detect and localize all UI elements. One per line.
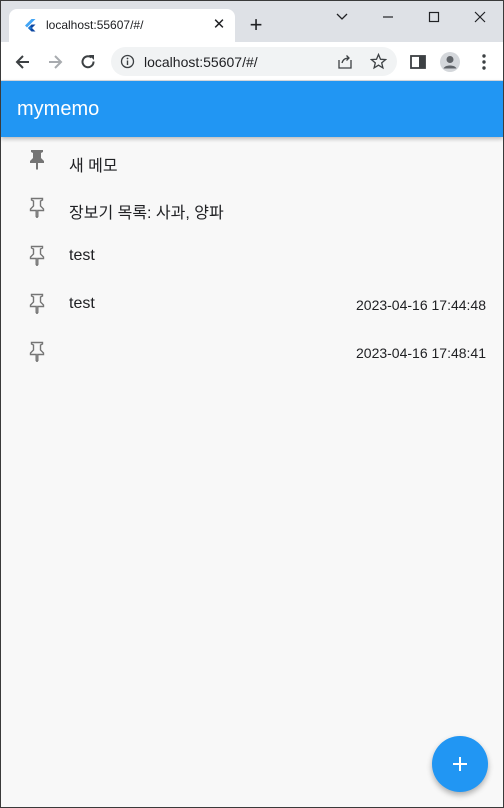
memo-list-item[interactable]: 장보기 목록: 사과, 양파 bbox=[1, 184, 503, 232]
pin-outline-icon[interactable] bbox=[27, 196, 47, 218]
memo-list-item[interactable]: test bbox=[1, 232, 503, 280]
browser-tab[interactable]: localhost:55607/#/ ✕ bbox=[9, 9, 235, 42]
profile-avatar-icon[interactable] bbox=[439, 51, 461, 73]
star-icon[interactable] bbox=[370, 53, 387, 70]
add-icon bbox=[453, 757, 467, 771]
address-bar[interactable]: localhost:55607/#/ bbox=[111, 47, 397, 76]
chevron-down-icon[interactable] bbox=[327, 7, 357, 27]
memo-date: 2023-04-16 17:44:48 bbox=[356, 297, 486, 313]
pin-outline-icon[interactable] bbox=[27, 292, 47, 314]
memo-date: 2023-04-16 17:48:41 bbox=[356, 345, 486, 361]
app-title: mymemo bbox=[17, 98, 100, 120]
forward-arrow-icon[interactable] bbox=[45, 52, 65, 72]
more-menu-icon[interactable] bbox=[474, 52, 494, 72]
app-bar: mymemo bbox=[1, 81, 503, 137]
flutter-icon bbox=[25, 19, 36, 32]
close-tab-icon[interactable]: ✕ bbox=[211, 17, 227, 33]
info-icon[interactable] bbox=[120, 54, 135, 69]
browser-window: localhost:55607/#/ ✕ + localhost:55607/#… bbox=[0, 0, 504, 808]
memo-list: 새 메모 장보기 목록: 사과, 양파 test test 2023-04-16… bbox=[1, 137, 503, 807]
new-tab-icon[interactable]: + bbox=[245, 14, 267, 36]
pin-filled-icon[interactable] bbox=[27, 148, 47, 170]
close-window-icon[interactable] bbox=[465, 7, 495, 27]
add-memo-button[interactable] bbox=[432, 736, 488, 792]
memo-title: 장보기 목록: 사과, 양파 bbox=[69, 205, 224, 222]
memo-title: test bbox=[69, 295, 95, 312]
memo-list-item[interactable]: 새 메모 bbox=[1, 137, 503, 184]
back-arrow-icon[interactable] bbox=[13, 52, 33, 72]
pin-outline-icon[interactable] bbox=[27, 244, 47, 266]
maximize-icon[interactable] bbox=[419, 7, 449, 27]
pin-outline-icon[interactable] bbox=[27, 340, 47, 362]
memo-list-item[interactable]: test 2023-04-16 17:44:48 bbox=[1, 280, 503, 328]
side-panel-icon[interactable] bbox=[408, 52, 428, 72]
browser-toolbar: localhost:55607/#/ bbox=[1, 42, 503, 81]
tab-strip: localhost:55607/#/ ✕ + bbox=[1, 1, 503, 42]
reload-icon[interactable] bbox=[78, 52, 98, 72]
memo-title: 새 메모 bbox=[69, 158, 118, 175]
address-url: localhost:55607/#/ bbox=[144, 54, 258, 70]
tab-title: localhost:55607/#/ bbox=[46, 18, 144, 32]
minimize-icon[interactable] bbox=[373, 7, 403, 27]
memo-title: test bbox=[69, 247, 95, 264]
memo-list-item[interactable]: 2023-04-16 17:48:41 bbox=[1, 328, 503, 376]
share-icon[interactable] bbox=[337, 54, 353, 70]
